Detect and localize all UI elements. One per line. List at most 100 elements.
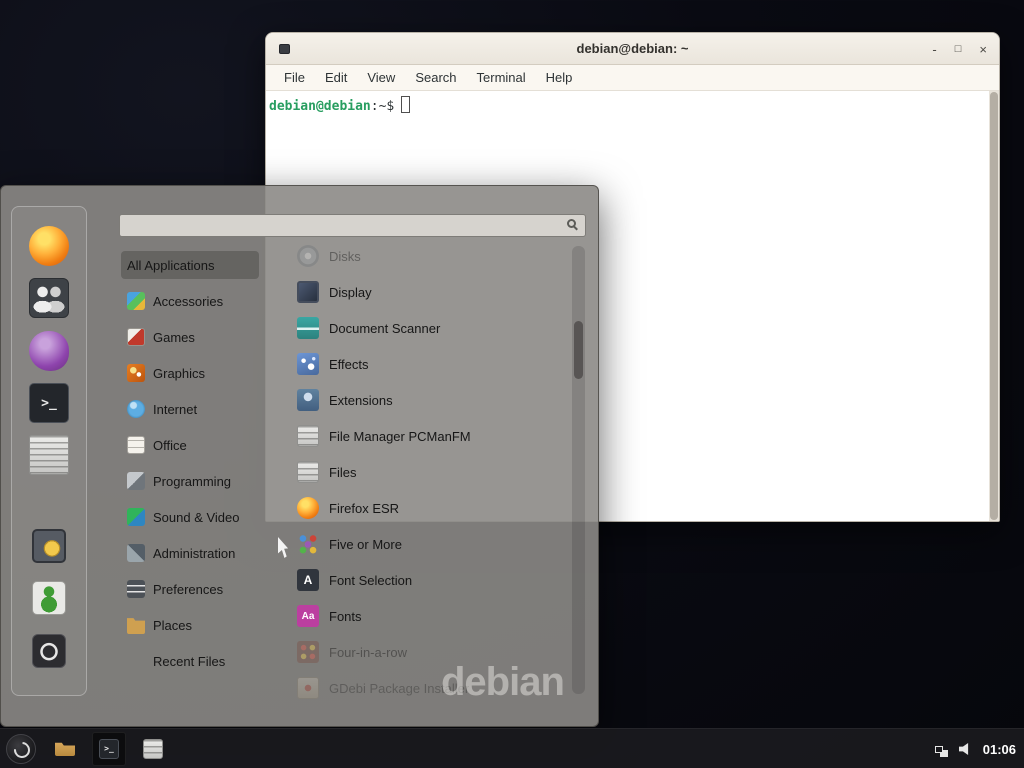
accessories-icon [127,292,145,310]
maximize-button[interactable]: □ [955,44,962,55]
office-icon [127,436,145,454]
application-menu: >_ All Applications Accessories Games Gr… [0,185,599,727]
launcher-file-manager[interactable] [48,732,82,766]
menu-edit[interactable]: Edit [315,70,357,85]
clock[interactable]: 01:06 [983,742,1016,757]
category-games[interactable]: Games [121,323,259,351]
app-item-files[interactable]: Files [289,458,571,486]
shutdown-icon [32,634,66,668]
app-label: Firefox ESR [329,501,399,516]
app-label: File Manager PCManFM [329,429,471,444]
gdebi-icon [297,677,319,699]
terminal-titlebar[interactable]: debian@debian: ~ - □ × [266,33,999,65]
internet-icon [127,400,145,418]
category-label: Accessories [153,294,223,309]
menu-search[interactable]: Search [405,70,466,85]
category-label: Sound & Video [153,510,240,525]
effects-icon [297,353,319,375]
terminal-cursor [401,96,410,113]
sound-video-icon [127,508,145,526]
favorite-users[interactable] [29,278,69,318]
favorite-file-manager[interactable] [29,435,69,475]
launcher-files[interactable] [136,732,170,766]
shutdown-button[interactable] [32,634,66,668]
menu-scrollbar-handle[interactable] [574,321,583,379]
category-places[interactable]: Places [121,611,259,639]
pidgin-icon [29,331,69,371]
terminal-scrollbar-handle[interactable] [990,92,998,520]
document-scanner-icon [297,317,319,339]
four-in-a-row-icon [297,641,319,663]
app-item-font-selection[interactable]: AFont Selection [289,566,571,594]
menu-button[interactable] [6,734,36,764]
menu-search [119,214,586,237]
search-icon [567,219,576,228]
category-recent-files[interactable]: Recent Files [121,647,259,675]
app-item-five-or-more[interactable]: Five or More [289,530,571,558]
menu-scrollbar[interactable] [572,246,585,694]
logout-icon [32,581,66,615]
debian-watermark: debian [441,660,564,705]
application-list: Disks Display Document Scanner Effects E… [289,242,571,702]
display-icon [297,281,319,303]
favorite-pidgin[interactable] [29,331,69,371]
folder-icon [55,741,75,756]
menu-help[interactable]: Help [536,70,583,85]
menu-file[interactable]: File [274,70,315,85]
minimize-button[interactable]: - [932,43,936,56]
app-item-fonts[interactable]: AaFonts [289,602,571,630]
preferences-icon [127,580,145,598]
terminal-icon: >_ [29,383,69,423]
category-sound-video[interactable]: Sound & Video [121,503,259,531]
terminal-menubar: File Edit View Search Terminal Help [266,65,999,91]
menu-view[interactable]: View [357,70,405,85]
category-internet[interactable]: Internet [121,395,259,423]
app-item-document-scanner[interactable]: Document Scanner [289,314,571,342]
volume-icon[interactable] [959,743,972,756]
programming-icon [127,472,145,490]
panel-launchers: >_ [48,732,170,766]
prompt-separator: : [371,99,379,114]
category-office[interactable]: Office [121,431,259,459]
category-graphics[interactable]: Graphics [121,359,259,387]
taskbar-panel: >_ 01:06 [0,728,1024,768]
app-label: Four-in-a-row [329,645,407,660]
category-accessories[interactable]: Accessories [121,287,259,315]
system-tray: 01:06 [935,729,1016,768]
app-item-effects[interactable]: Effects [289,350,571,378]
file-manager-icon [29,435,69,475]
app-item-firefox-esr[interactable]: Firefox ESR [289,494,571,522]
terminal-scrollbar[interactable] [989,91,999,521]
category-label: All Applications [127,258,214,273]
app-item-disks[interactable]: Disks [289,242,571,270]
app-item-display[interactable]: Display [289,278,571,306]
app-label: Display [329,285,372,300]
favorite-firefox[interactable] [29,226,69,266]
category-all-applications[interactable]: All Applications [121,251,259,279]
app-label: Fonts [329,609,362,624]
extensions-icon [297,389,319,411]
category-label: Recent Files [153,654,225,669]
terminal-window-title: debian@debian: ~ [266,41,999,56]
favorite-terminal[interactable]: >_ [29,383,69,423]
menu-terminal[interactable]: Terminal [467,70,536,85]
category-programming[interactable]: Programming [121,467,259,495]
app-label: Effects [329,357,369,372]
app-item-pcmanfm[interactable]: File Manager PCManFM [289,422,571,450]
launcher-terminal-active[interactable]: >_ [92,732,126,766]
app-item-extensions[interactable]: Extensions [289,386,571,414]
lock-screen-button[interactable] [32,529,66,563]
close-button[interactable]: × [979,43,987,56]
network-icon[interactable] [935,746,943,753]
firefox-esr-icon [297,497,319,519]
category-label: Administration [153,546,235,561]
logout-button[interactable] [32,581,66,615]
administration-icon [127,544,145,562]
category-administration[interactable]: Administration [121,539,259,567]
search-input[interactable] [119,214,586,237]
app-label: Disks [329,249,361,264]
app-label: Files [329,465,356,480]
prompt-user-host: debian@debian [269,99,371,114]
category-preferences[interactable]: Preferences [121,575,259,603]
app-label: Document Scanner [329,321,440,336]
